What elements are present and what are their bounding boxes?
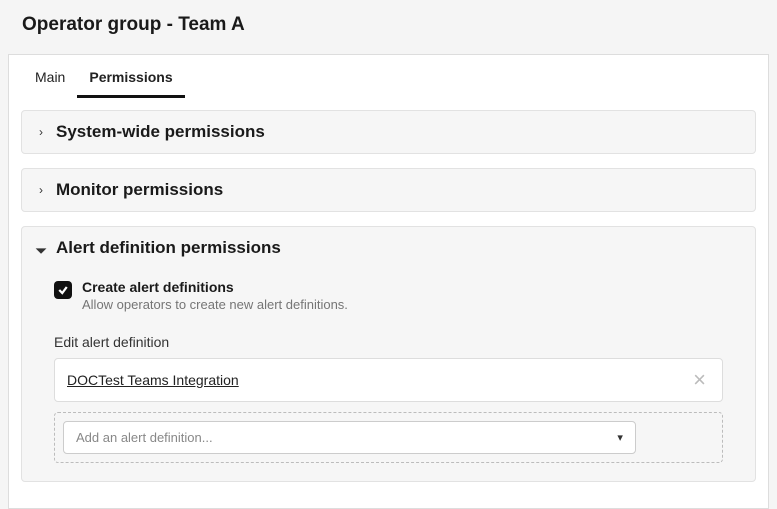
- section-alert-definition-header[interactable]: ◢ Alert definition permissions: [22, 227, 755, 269]
- section-title: Alert definition permissions: [56, 238, 281, 258]
- selected-alert-definition-link[interactable]: DOCTest Teams Integration: [67, 372, 239, 388]
- section-system-wide-header[interactable]: › System-wide permissions: [22, 111, 755, 153]
- section-monitor-header[interactable]: › Monitor permissions: [22, 169, 755, 211]
- select-placeholder: Add an alert definition...: [76, 430, 213, 445]
- permission-description: Allow operators to create new alert defi…: [82, 297, 348, 312]
- tab-main[interactable]: Main: [23, 55, 77, 97]
- chevron-down-icon: ◢: [34, 241, 49, 256]
- check-icon: [57, 284, 69, 296]
- selected-alert-definition: DOCTest Teams Integration ×: [54, 358, 723, 402]
- page-title: Operator group - Team A: [0, 0, 777, 54]
- section-alert-definition: ◢ Alert definition permissions Create al…: [21, 226, 756, 482]
- section-alert-definition-body: Create alert definitions Allow operators…: [22, 269, 755, 481]
- sections-container: › System-wide permissions › Monitor perm…: [9, 98, 768, 508]
- permissions-panel: Main Permissions › System-wide permissio…: [8, 54, 769, 509]
- add-alert-definition-area: Add an alert definition... ▾: [54, 412, 723, 463]
- add-alert-definition-select[interactable]: Add an alert definition... ▾: [63, 421, 636, 454]
- section-system-wide: › System-wide permissions: [21, 110, 756, 154]
- permission-label: Create alert definitions: [82, 279, 348, 295]
- chevron-right-icon: ›: [36, 125, 46, 139]
- permission-create-alert-definitions: Create alert definitions Allow operators…: [54, 279, 723, 312]
- remove-selected-icon[interactable]: ×: [689, 369, 710, 391]
- section-title: Monitor permissions: [56, 180, 223, 200]
- tab-permissions[interactable]: Permissions: [77, 55, 184, 97]
- edit-alert-definition-label: Edit alert definition: [54, 334, 723, 350]
- checkbox-create-alert-definitions[interactable]: [54, 281, 72, 299]
- tab-bar: Main Permissions: [9, 55, 768, 98]
- permission-text: Create alert definitions Allow operators…: [82, 279, 348, 312]
- section-title: System-wide permissions: [56, 122, 265, 142]
- chevron-down-icon: ▾: [617, 431, 623, 444]
- chevron-right-icon: ›: [36, 183, 46, 197]
- section-monitor: › Monitor permissions: [21, 168, 756, 212]
